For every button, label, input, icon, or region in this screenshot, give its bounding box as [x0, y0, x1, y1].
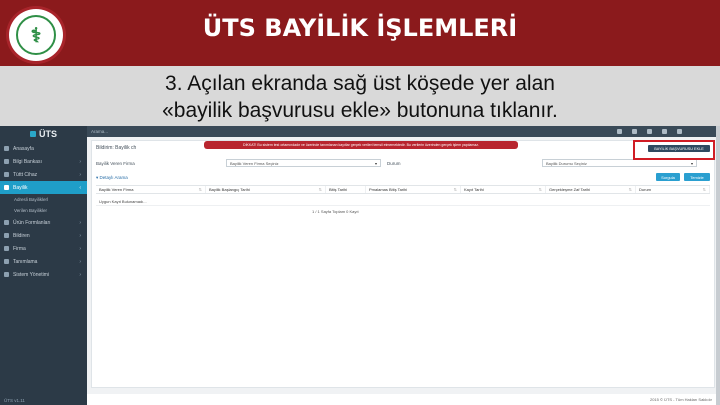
detailed-search-label: Detaylı Arama	[99, 175, 128, 180]
sort-icon: ⇅	[453, 187, 457, 192]
column-header[interactable]: Gerçekleşme Zaf Tarihi ⇅	[546, 186, 636, 193]
sidebar-item-label: Bayilik	[13, 184, 28, 191]
sidebar: ÜTS Anasayfa Bilgi Bankası › Tüttt Cihaz…	[0, 126, 87, 405]
sort-icon: ⇅	[538, 187, 542, 192]
sidebar-item-label: Firma	[13, 245, 26, 252]
tag-icon	[4, 259, 9, 264]
instruction-text: 3. Açılan ekranda sağ üst köşede yer ala…	[0, 66, 720, 126]
scrollbar[interactable]	[716, 126, 720, 405]
sort-icon: ⇅	[318, 187, 322, 192]
book-icon	[4, 159, 9, 164]
mail-icon[interactable]	[617, 129, 622, 134]
instruction-line-2: «bayilik başvurusu ekle» butonuna tıklan…	[162, 99, 558, 122]
column-header[interactable]: Bitiş Tarihi	[326, 186, 366, 193]
highlight-box	[633, 140, 715, 160]
footer-copyright: 2015 © ÜTS - Tüm Hakları Saklıdır	[649, 397, 712, 402]
main-panel: Bildirim: Bayilik ch DİKKAT! Bu sistem t…	[91, 140, 715, 388]
sidebar-item-bilgi-bankasi[interactable]: Bilgi Bankası ›	[0, 155, 87, 168]
app-screenshot: ÜTS Anasayfa Bilgi Bankası › Tüttt Cihaz…	[0, 126, 720, 405]
bell-icon	[4, 233, 9, 238]
sidebar-subitem-verilen[interactable]: Verilen Bayilikler	[0, 205, 87, 216]
clear-button[interactable]: Temizle	[684, 173, 710, 181]
sort-icon: ⇅	[702, 187, 706, 192]
settings-icon	[4, 272, 9, 277]
bell-icon[interactable]	[632, 129, 637, 134]
chevron-right-icon: ›	[79, 245, 81, 252]
app-footer: 2015 © ÜTS - Tüm Hakları Saklıdır	[87, 394, 720, 405]
sidebar-subitem-adresli[interactable]: Adresli Bayiliklerl	[0, 194, 87, 205]
test-environment-warning: DİKKAT! Bu sistem test ortamındadır ve ü…	[204, 141, 518, 149]
sort-icon: ⇅	[628, 187, 632, 192]
slide-title: ÜTS BAYİLİK İŞLEMLERİ	[202, 14, 518, 42]
sidebar-item-urun[interactable]: Ürün Formlanları ›	[0, 216, 87, 229]
header-band: ⚕ ÜTS BAYİLİK İŞLEMLERİ	[0, 0, 720, 66]
sidebar-item-label: Sistem Yönetimi	[13, 271, 50, 278]
instruction-line-1: 3. Açılan ekranda sağ üst köşede yer ala…	[165, 72, 555, 95]
device-icon	[4, 172, 9, 177]
building-icon	[4, 246, 9, 251]
gear-icon[interactable]	[647, 129, 652, 134]
sidebar-item-bayilik[interactable]: Bayilik ‹	[0, 181, 87, 194]
sidebar-item-label: Bildiren	[13, 232, 30, 239]
column-header[interactable]: Durum ⇅	[636, 186, 710, 193]
list-icon	[4, 220, 9, 225]
sidebar-item-tanimlama[interactable]: Tanımlama ›	[0, 255, 87, 268]
sort-icon: ⇅	[198, 187, 202, 192]
logo-mark-icon	[30, 131, 36, 137]
table-empty-row: Uygun Kayıt Bulunamadı...	[96, 197, 710, 206]
column-header-label: Gerçekleşme Zaf Tarihi	[549, 187, 591, 192]
app-logo: ÜTS	[0, 126, 87, 142]
column-header[interactable]: Pmalamas Bitiş Tarihi ⇅	[366, 186, 461, 193]
sidebar-item-anasayfa[interactable]: Anasayfa	[0, 142, 87, 155]
chevron-down-icon: ▾	[690, 160, 693, 166]
column-header-label: Pmalamas Bitiş Tarihi	[369, 187, 408, 192]
status-select-value: Bayilik Durumu Seçiniz	[546, 160, 587, 166]
column-header-label: Durum	[639, 187, 652, 192]
sidebar-item-sistem[interactable]: Sistem Yönetimi ›	[0, 268, 87, 281]
topbar-search[interactable]: Arama...	[91, 129, 108, 134]
firm-filter-label: Bayilik Veren Firma	[96, 161, 135, 166]
app-logo-text: ÜTS	[39, 129, 57, 139]
sidebar-item-tibbi-cihaz[interactable]: Tüttt Cihaz ›	[0, 168, 87, 181]
sidebar-item-bildiren[interactable]: Bildiren ›	[0, 229, 87, 242]
column-header-label: Bayilik Veren Firma	[99, 187, 134, 192]
chevron-right-icon: ›	[79, 258, 81, 265]
firm-select-value: Bayilik Veren Firma Seçiniz	[230, 160, 279, 166]
status-filter-label: Durum	[387, 161, 401, 166]
sidebar-item-label: Tanımlama	[13, 258, 38, 265]
column-header-label: Bitiş Tarihi	[329, 187, 348, 192]
slide: ⚕ ÜTS BAYİLİK İŞLEMLERİ 3. Açılan ekrand…	[0, 0, 720, 405]
home-icon	[4, 146, 9, 151]
sidebar-item-label: Ürün Formlanları	[13, 219, 51, 226]
column-header[interactable]: Bayilik Veren Firma ⇅	[96, 186, 206, 193]
chevron-down-icon: ▾	[374, 160, 377, 166]
detailed-search-toggle[interactable]: ▾ Detaylı Arama	[96, 175, 128, 181]
chevron-right-icon: ›	[79, 232, 81, 239]
firm-select[interactable]: Bayilik Veren Firma Seçiniz ▾	[226, 159, 381, 167]
pagination[interactable]: 1 / 1 Sayfa Toplam 0 Kayıt	[312, 209, 359, 214]
version-label: ÜTS v1.11	[4, 398, 25, 403]
store-icon	[4, 185, 9, 190]
chevron-right-icon: ›	[79, 171, 81, 178]
breadcrumb: Bildirim: Bayilik ch	[96, 145, 137, 151]
sidebar-item-label: Bilgi Bankası	[13, 158, 42, 165]
sidebar-item-label: Tüttt Cihaz	[13, 171, 38, 178]
power-icon[interactable]	[677, 129, 682, 134]
chevron-right-icon: ›	[79, 158, 81, 165]
column-header-label: Kayıt Tarihi	[464, 187, 484, 192]
chevron-down-icon: ‹	[79, 184, 81, 191]
column-header[interactable]: Bayilik Başlangıç Tarihi ⇅	[206, 186, 326, 193]
user-icon[interactable]	[662, 129, 667, 134]
column-header[interactable]: Kayıt Tarihi ⇅	[461, 186, 546, 193]
chevron-right-icon: ›	[79, 219, 81, 226]
status-select[interactable]: Bayilik Durumu Seçiniz ▾	[542, 159, 697, 167]
table-header: Bayilik Veren Firma ⇅ Bayilik Başlangıç T…	[96, 185, 710, 194]
chevron-right-icon: ›	[79, 271, 81, 278]
topbar: Arama...	[87, 126, 720, 137]
search-button[interactable]: Sorgula	[656, 173, 680, 181]
sidebar-item-label: Anasayfa	[13, 145, 34, 152]
column-header-label: Bayilik Başlangıç Tarihi	[209, 187, 250, 192]
sidebar-item-firma[interactable]: Firma ›	[0, 242, 87, 255]
caret-down-icon: ▾	[96, 175, 99, 180]
